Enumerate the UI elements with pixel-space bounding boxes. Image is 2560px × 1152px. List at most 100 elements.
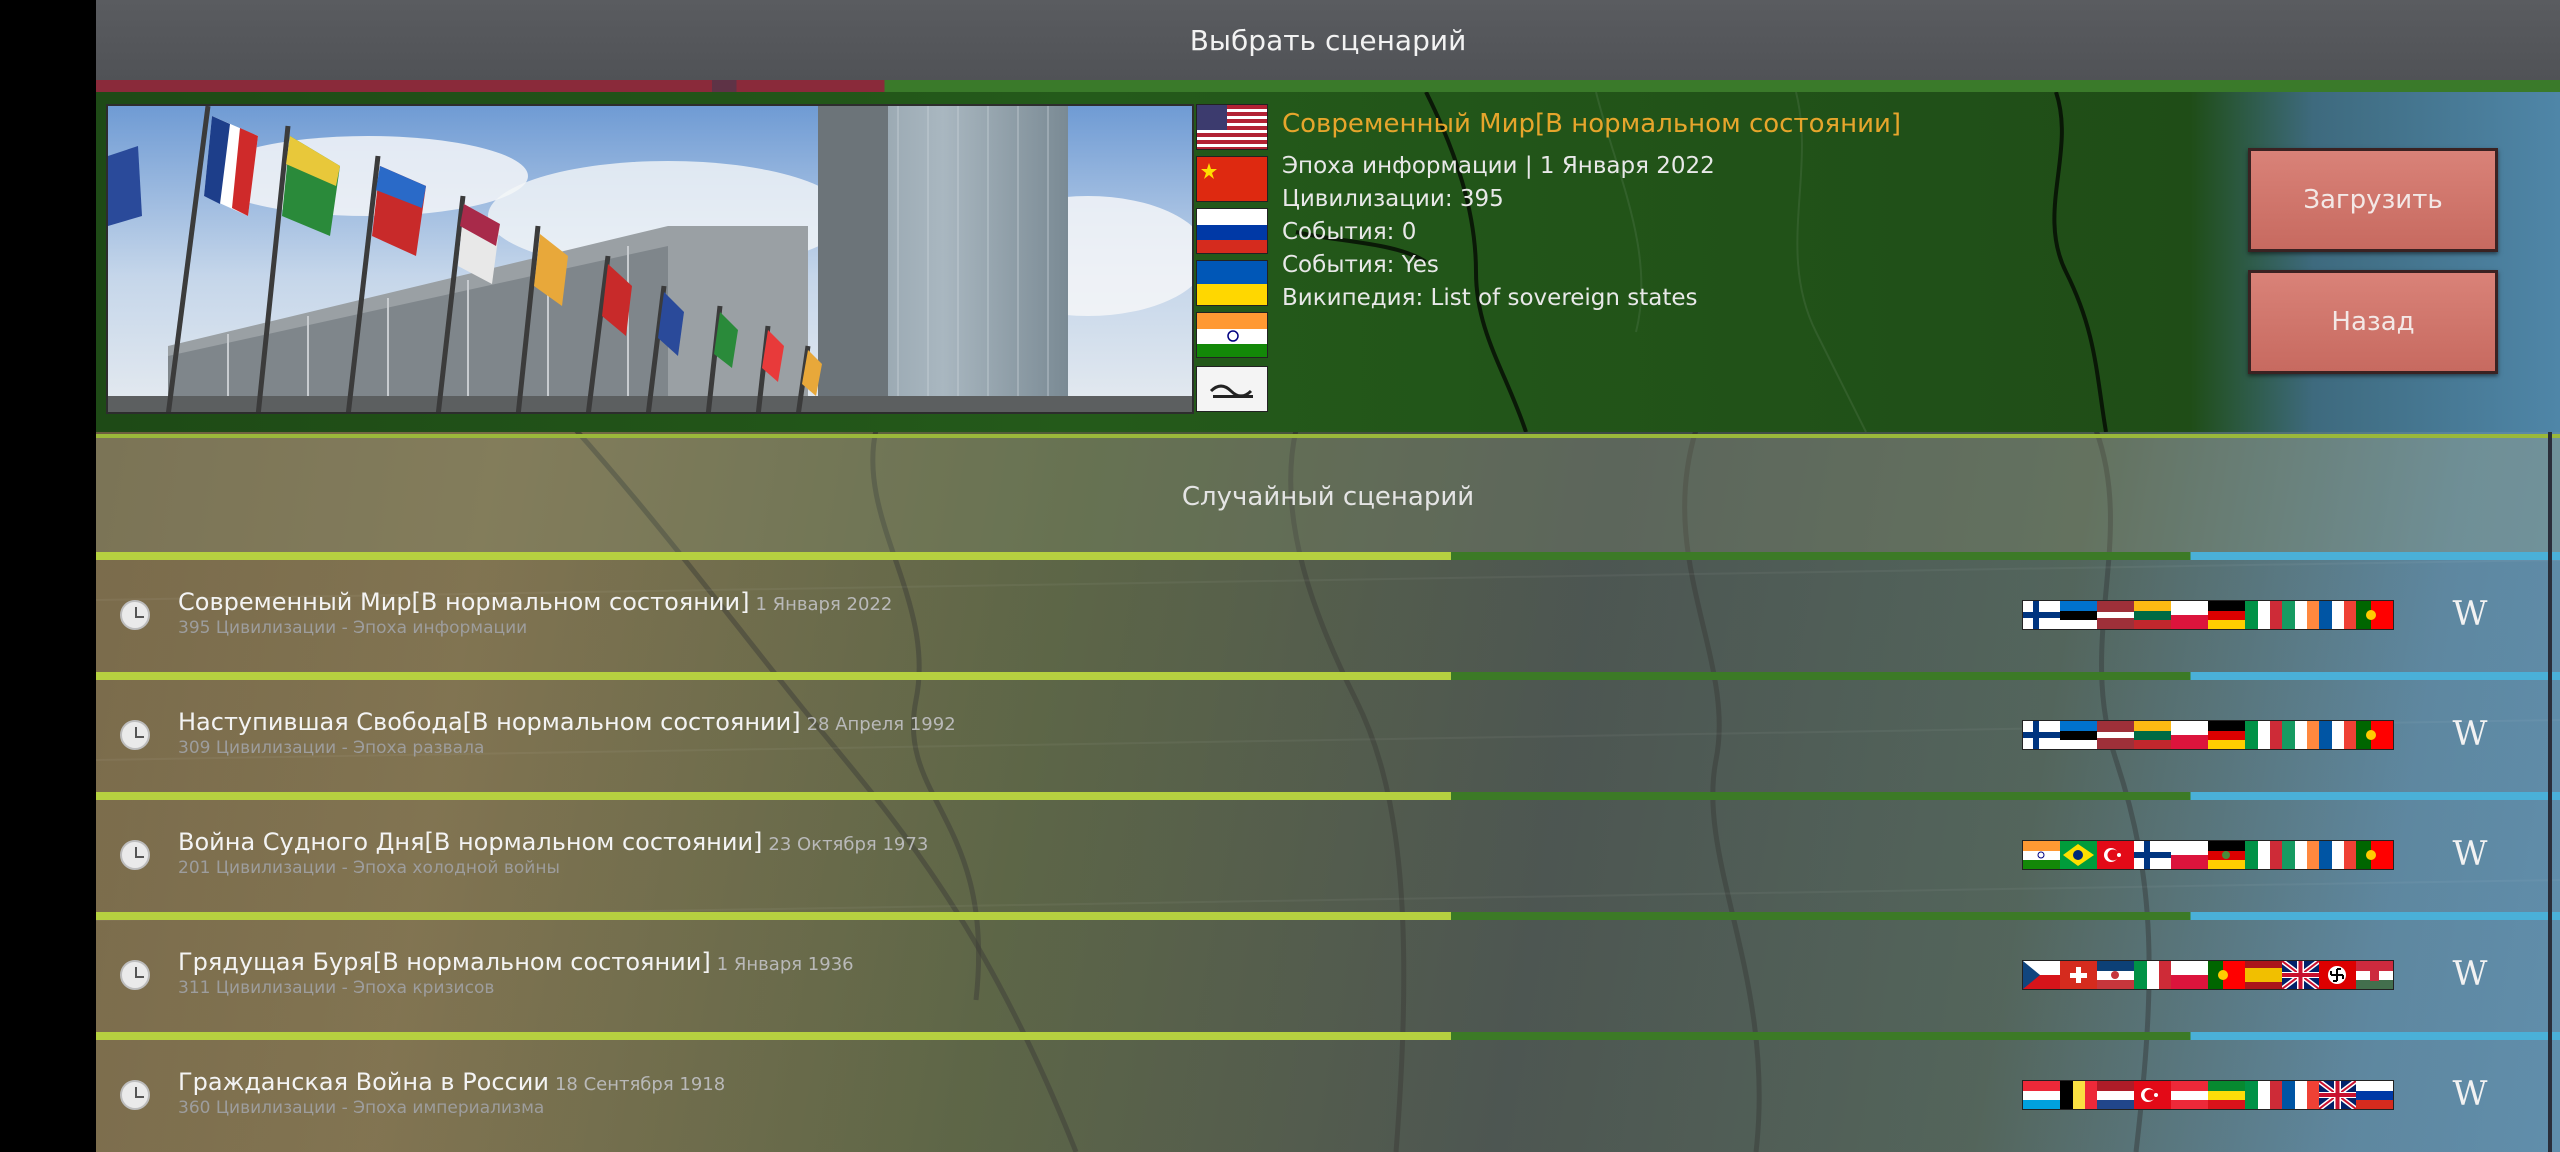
header-bar: Выбрать сценарий: [96, 0, 2560, 84]
flag-ireland-icon: [2282, 601, 2319, 629]
featured-era-date: Эпоха информации | 1 Января 2022: [1282, 153, 1715, 179]
scenario-screen: Выбрать сценарий Современный Мир[В норма…: [96, 0, 2560, 1152]
scenario-subtitle: 395 Цивилизации - Эпоха информации: [178, 618, 528, 638]
flag-latvia-icon: [2097, 601, 2134, 629]
scenario-subtitle: 309 Цивилизации - Эпоха развала: [178, 738, 485, 758]
flag-estonia-icon: [2060, 601, 2097, 629]
flag-india-icon: [2023, 841, 2060, 869]
flag-nazi-germany-icon: [2319, 961, 2356, 989]
flag-india-icon: [1196, 312, 1268, 358]
row-separator: [96, 912, 2560, 920]
flag-poland-icon: [2171, 721, 2208, 749]
scenario-flags: [2022, 600, 2394, 630]
flag-germany-icon: [2208, 721, 2245, 749]
flag-hungary-icon: [2356, 961, 2393, 989]
featured-wikipedia-link[interactable]: Википедия: List of sovereign states: [1282, 282, 1982, 315]
flag-poland-icon: [2171, 961, 2208, 989]
flag-belgium-icon: [2060, 1081, 2097, 1109]
clock-icon: [120, 720, 150, 750]
load-button[interactable]: Загрузить: [2248, 148, 2498, 252]
clock-icon: [120, 600, 150, 630]
scenario-preview-image: [106, 104, 1194, 414]
flag-france-icon: [2319, 841, 2356, 869]
featured-scenario-info: Современный Мир[В нормальном состоянии] …: [1282, 106, 1982, 315]
scenario-subtitle: 201 Цивилизации - Эпоха холодной войны: [178, 858, 560, 878]
scenario-subtitle: 360 Цивилизации - Эпоха империализма: [178, 1098, 545, 1118]
flag-uk-icon: [2282, 961, 2319, 989]
flag-lithuania-icon: [2134, 721, 2171, 749]
scenario-row[interactable]: Наступившая Свобода[В нормальном состоян…: [96, 680, 2560, 792]
scenario-row[interactable]: Грядущая Буря[В нормальном состоянии] 1 Я…: [96, 920, 2560, 1032]
left-black-bar: [0, 0, 96, 1152]
flag-italy-icon: [2245, 601, 2282, 629]
flag-czech-icon: [2023, 961, 2060, 989]
flag-netherlands-icon: [2097, 1081, 2134, 1109]
flag-france-icon: [2282, 1081, 2319, 1109]
flag-france-icon: [2319, 721, 2356, 749]
flag-italy-icon: [2134, 961, 2171, 989]
flag-portugal-icon: [2356, 601, 2393, 629]
featured-scenario-panel: Современный Мир[В нормальном состоянии] …: [96, 92, 2560, 432]
row-separator: [96, 792, 2560, 800]
scenario-name: Гражданская Война в России: [178, 1068, 549, 1096]
flag-poland-icon: [2171, 601, 2208, 629]
scenario-date: 1 Января 1936: [716, 954, 854, 975]
scenario-row[interactable]: Война Судного Дня[В нормальном состоянии…: [96, 800, 2560, 912]
flag-portugal-icon: [2208, 961, 2245, 989]
random-scenario-label: Случайный сценарий: [1181, 482, 1475, 512]
flag-switzerland-icon: [2060, 961, 2097, 989]
flag-turkey-icon: [2097, 841, 2134, 869]
featured-events: События: 0: [1282, 219, 1417, 245]
wikipedia-icon[interactable]: W: [2450, 954, 2490, 994]
flag-finland-icon: [2023, 601, 2060, 629]
flag-ukraine-icon: [1196, 260, 1268, 306]
scenario-flags: [2022, 960, 2394, 990]
wikipedia-icon[interactable]: W: [2450, 594, 2490, 634]
row-separator: [96, 552, 2560, 560]
featured-civilizations: Цивилизации: 395: [1282, 186, 1504, 212]
featured-scenario-title: Современный Мир[В нормальном состоянии]: [1282, 109, 1902, 139]
flag-russia-icon: [2356, 1081, 2393, 1109]
wikipedia-icon[interactable]: W: [2450, 1074, 2490, 1114]
clock-icon: [120, 840, 150, 870]
random-scenario-button[interactable]: Случайный сценарий: [96, 434, 2560, 552]
flag-latvia-icon: [2097, 721, 2134, 749]
flag-russia-icon: [1196, 208, 1268, 254]
scenario-date: 23 Октября 1973: [768, 834, 929, 855]
row-separator: [96, 672, 2560, 680]
wikipedia-icon[interactable]: W: [2450, 714, 2490, 754]
flag-lithuania-icon: [2134, 601, 2171, 629]
featured-flag-column: [1196, 104, 1268, 414]
scenario-name: Грядущая Буря[В нормальном состоянии]: [178, 948, 711, 976]
scenario-date: 18 Сентября 1918: [554, 1074, 726, 1095]
flag-finland-icon: [2023, 721, 2060, 749]
flag-ireland-icon: [2282, 721, 2319, 749]
flag-italy-icon: [2245, 841, 2282, 869]
flag-portugal-icon: [2356, 841, 2393, 869]
back-button[interactable]: Назад: [2248, 270, 2498, 374]
clock-icon: [120, 1080, 150, 1110]
flag-france-icon: [2319, 601, 2356, 629]
scenario-date: 1 Января 2022: [755, 594, 893, 615]
flag-spain-icon: [2245, 961, 2282, 989]
flag-east-germany-icon: [2208, 841, 2245, 869]
page-title: Выбрать сценарий: [1189, 24, 1467, 57]
flag-portugal-icon: [2356, 721, 2393, 749]
flag-afghanistan-icon: [1196, 366, 1268, 412]
flag-china-icon: [1196, 156, 1268, 202]
scenario-flags: [2022, 1080, 2394, 1110]
flag-italy-icon: [2245, 721, 2282, 749]
scrollbar-track[interactable]: [2548, 432, 2552, 1152]
clock-icon: [120, 960, 150, 990]
scenario-name: Война Судного Дня[В нормальном состоянии…: [178, 828, 763, 856]
scenario-row[interactable]: Современный Мир[В нормальном состоянии] 1…: [96, 560, 2560, 672]
flag-usa-icon: [1196, 104, 1268, 150]
flag-ethiopia-icon: [2208, 1081, 2245, 1109]
scenario-flags: [2022, 720, 2394, 750]
flag-luxembourg-icon: [2023, 1081, 2060, 1109]
flag-finland-icon: [2134, 841, 2171, 869]
flag-turkey-icon: [2134, 1081, 2171, 1109]
scenario-date: 28 Апреля 1992: [806, 714, 956, 735]
scenario-row[interactable]: Гражданская Война в России 18 Сентября 19…: [96, 1040, 2560, 1152]
wikipedia-icon[interactable]: W: [2450, 834, 2490, 874]
